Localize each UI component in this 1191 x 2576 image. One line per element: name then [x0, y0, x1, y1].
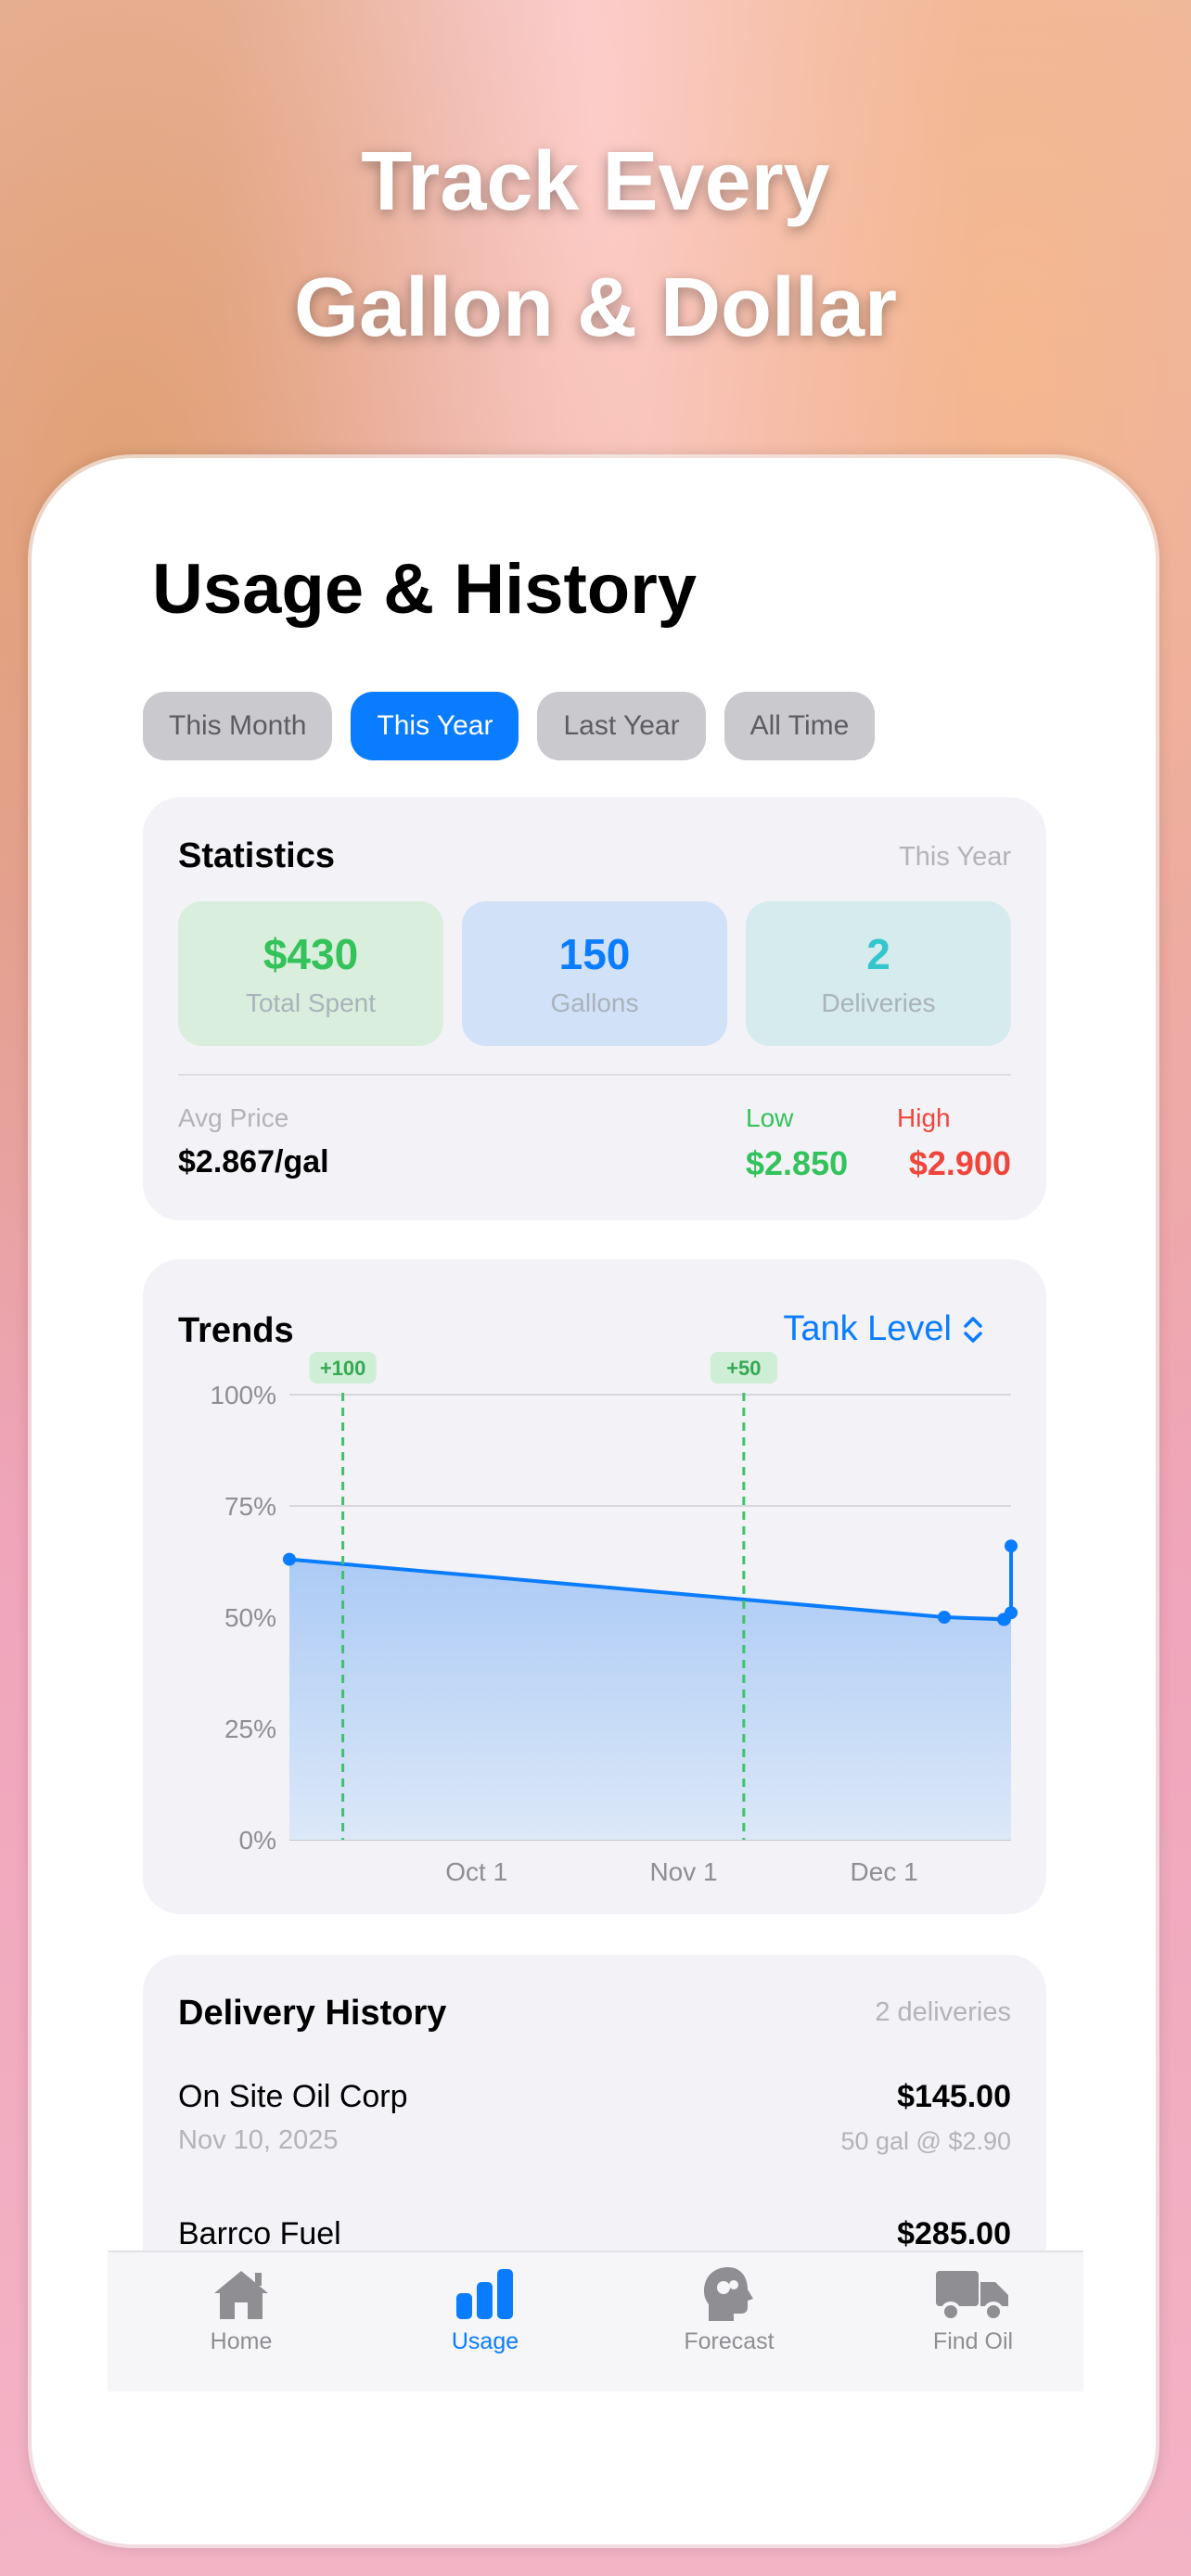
segment-all-time[interactable]: All Time [724, 692, 876, 760]
gallons-value: 150 [558, 930, 631, 978]
total-spent-label: Total Spent [245, 988, 377, 1017]
segment-last-year[interactable]: Last Year [537, 692, 706, 760]
avg-price-value: $2.867/gal [178, 1144, 329, 1180]
brain-head-icon [704, 2267, 753, 2321]
tab-home-label: Home [210, 2328, 273, 2354]
tab-usage-label: Usage [451, 2328, 519, 2354]
trends-card: Trends Tank Level 100% 75% 50% 25% 0% Oct 1 No… [143, 1259, 1046, 1914]
page-title: Usage & History [152, 550, 698, 629]
high-price-value: $2.900 [908, 1144, 1011, 1182]
delivery-truck-icon [936, 2271, 1008, 2322]
delivery-row[interactable]: On Site Oil Corp Nov 10, 2025 $145.00 50… [143, 2079, 1046, 2162]
tab-forecast-label: Forecast [684, 2328, 775, 2354]
x-tick-label: Dec 1 [851, 1857, 918, 1886]
gallons-label: Gallons [550, 988, 639, 1017]
delivery-count: 2 deliveries [875, 1997, 1011, 2027]
tab-find-oil-label: Find Oil [932, 2328, 1014, 2354]
deliveries-label: Deliveries [821, 988, 936, 1017]
delivery-detail: 50 gal @ $2.90 [840, 2127, 1011, 2155]
delivery-amount: $285.00 [897, 2216, 1011, 2251]
delivery-marker-label: +50 [726, 1357, 761, 1380]
delivery-vendor: Barrco Fuel [178, 2216, 341, 2251]
delivery-history-title: Delivery History [178, 1994, 447, 2033]
period-segmented-control: This Month This Year Last Year All Time [143, 692, 876, 760]
x-tick-label: Oct 1 [445, 1857, 507, 1886]
statistics-divider [178, 1074, 1011, 1076]
avg-price-label: Avg Price [178, 1103, 289, 1132]
y-tick-label: 25% [224, 1715, 276, 1743]
data-point [937, 1611, 951, 1624]
total-spent-tile: $430 Total Spent [178, 901, 443, 1046]
tab-usage[interactable]: Usage [392, 2265, 578, 2355]
tank-level-chart: 100% 75% 50% 25% 0% Oct 1 Nov 1 Dec 1 +100 +50 [210, 1352, 1018, 1886]
phone-screen: Usage & History This Month This Year Las… [32, 458, 1156, 2544]
total-spent-value: $430 [263, 930, 359, 978]
hero-line-2: Gallon & Dollar [293, 261, 898, 354]
segment-this-month[interactable]: This Month [143, 692, 333, 760]
y-tick-label: 75% [224, 1492, 276, 1521]
hero-headline: Track Every Gallon & Dollar [0, 119, 1191, 371]
house-icon [214, 2271, 268, 2319]
data-point [283, 1552, 296, 1566]
hero-line-1: Track Every [361, 135, 830, 228]
low-price-value: $2.850 [746, 1144, 849, 1182]
statistics-card: Statistics This Year $430 Total Spent 15… [143, 797, 1046, 1220]
data-point [1005, 1539, 1018, 1553]
segment-this-year[interactable]: This Year [351, 692, 519, 760]
data-point [1005, 1606, 1018, 1620]
deliveries-value: 2 [866, 930, 890, 978]
gallons-tile: 150 Gallons [462, 901, 727, 1046]
y-tick-label: 50% [224, 1603, 276, 1632]
deliveries-tile: 2 Deliveries [746, 901, 1011, 1046]
statistics-title: Statistics [178, 836, 335, 875]
tab-home[interactable]: Home [148, 2265, 334, 2355]
delivery-date: Nov 10, 2025 [178, 2125, 339, 2155]
y-tick-label: 0% [239, 1826, 276, 1855]
high-price-label: High [897, 1103, 951, 1132]
bar-chart-icon [456, 2269, 513, 2319]
tab-forecast[interactable]: Forecast [636, 2265, 822, 2355]
y-tick-label: 100% [210, 1381, 276, 1409]
x-tick-label: Nov 1 [649, 1857, 717, 1886]
statistics-period: This Year [899, 842, 1011, 872]
delivery-marker-label: +100 [320, 1357, 366, 1380]
low-price-label: Low [746, 1103, 794, 1132]
tab-bar: Home Usage Forecast Find Oil [108, 2251, 1083, 2391]
delivery-amount: $145.00 [897, 2079, 1011, 2114]
delivery-vendor: On Site Oil Corp [178, 2079, 408, 2114]
tab-find-oil[interactable]: Find Oil [880, 2265, 1066, 2355]
